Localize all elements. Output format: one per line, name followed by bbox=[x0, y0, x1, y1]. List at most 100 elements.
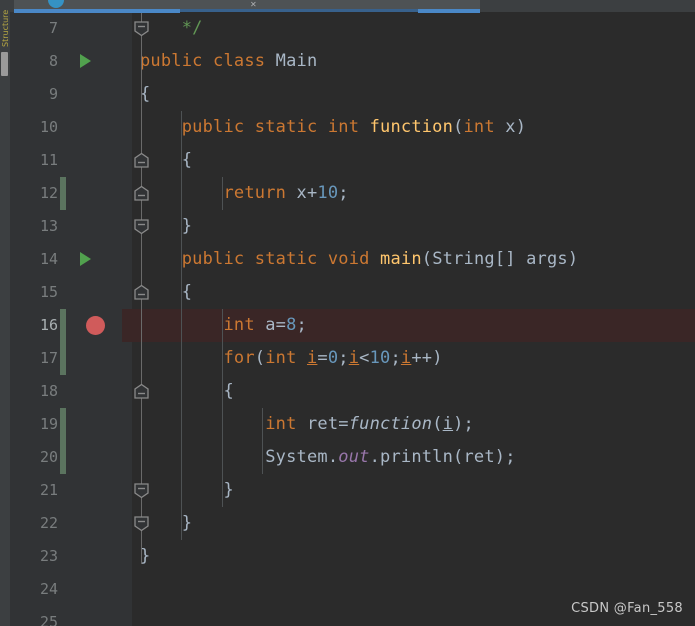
token-identifier: = bbox=[338, 414, 349, 434]
line-number: 15 bbox=[39, 283, 58, 301]
line-content[interactable]: public class Main bbox=[140, 45, 317, 78]
code-line-11[interactable]: 11 { bbox=[10, 144, 695, 177]
token-keyword: return bbox=[223, 183, 297, 203]
scrollbar-thumb[interactable] bbox=[1, 52, 8, 76]
code-line-15[interactable]: 15 { bbox=[10, 276, 695, 309]
code-fold-end-icon[interactable] bbox=[133, 218, 150, 235]
code-fold-end-icon[interactable] bbox=[133, 482, 150, 499]
code-fold-start-icon[interactable] bbox=[133, 152, 150, 169]
tab-underline-secondary bbox=[180, 9, 418, 12]
token-underlined: i bbox=[400, 348, 412, 368]
token-brace: } bbox=[181, 216, 193, 236]
vcs-change-marker[interactable] bbox=[60, 441, 66, 474]
token-identifier: ) bbox=[515, 117, 527, 137]
line-number: 10 bbox=[39, 118, 58, 136]
line-gutter-background bbox=[122, 375, 132, 408]
code-line-14[interactable]: 14 public static void main(String[] args… bbox=[10, 243, 695, 276]
line-content[interactable]: int a=8; bbox=[140, 309, 307, 342]
code-fold-start-icon[interactable] bbox=[133, 284, 150, 301]
close-icon[interactable]: ✕ bbox=[250, 1, 258, 9]
token-identifier: < bbox=[359, 348, 370, 368]
line-content[interactable]: System.out.println(ret); bbox=[140, 441, 516, 474]
code-line-17[interactable]: 17 for(int i=0;i<10;i++) bbox=[10, 342, 695, 375]
token-identifier: ; bbox=[296, 315, 307, 335]
line-content[interactable]: { bbox=[140, 375, 234, 408]
line-gutter-background bbox=[122, 408, 132, 441]
line-background bbox=[132, 78, 695, 111]
token-identifier: ( bbox=[453, 117, 464, 137]
line-content[interactable]: int ret=function(i); bbox=[140, 408, 474, 441]
vcs-change-marker[interactable] bbox=[60, 408, 66, 441]
line-content[interactable]: return x+10; bbox=[140, 177, 349, 210]
line-number: 17 bbox=[39, 349, 58, 367]
vcs-change-marker[interactable] bbox=[60, 177, 66, 210]
code-line-16[interactable]: 16 int a=8; bbox=[10, 309, 695, 342]
line-gutter-background bbox=[122, 540, 132, 573]
token-keyword: public class bbox=[140, 51, 276, 71]
line-gutter-background bbox=[122, 606, 132, 626]
token-keyword: int bbox=[223, 315, 266, 335]
tool-window-label[interactable]: Structure bbox=[1, 0, 10, 47]
code-line-18[interactable]: 18 { bbox=[10, 375, 695, 408]
vcs-change-marker[interactable] bbox=[60, 309, 66, 342]
left-tool-strip[interactable]: Structure bbox=[0, 0, 10, 626]
code-line-9[interactable]: 9{ bbox=[10, 78, 695, 111]
line-gutter-background bbox=[122, 276, 132, 309]
indent-guide bbox=[262, 408, 264, 474]
run-arrow-icon[interactable] bbox=[80, 252, 91, 266]
line-gutter-background bbox=[122, 243, 132, 276]
breakpoint-icon[interactable] bbox=[86, 316, 105, 335]
indent-guide bbox=[221, 177, 223, 210]
code-line-12[interactable]: 12 return x+10; bbox=[10, 177, 695, 210]
token-brace: { bbox=[181, 282, 193, 302]
code-line-13[interactable]: 13 } bbox=[10, 210, 695, 243]
token-keyword: int bbox=[463, 117, 506, 137]
line-number: 14 bbox=[39, 250, 58, 268]
code-line-7[interactable]: 7 */ bbox=[10, 12, 695, 45]
vcs-change-marker[interactable] bbox=[60, 342, 66, 375]
token-static-field: out bbox=[338, 447, 370, 467]
code-fold-end-icon[interactable] bbox=[133, 20, 150, 37]
code-line-8[interactable]: 8 public class Main bbox=[10, 45, 695, 78]
line-gutter-background bbox=[122, 177, 132, 210]
token-identifier: ( bbox=[432, 414, 443, 434]
line-content[interactable]: for(int i=0;i<10;i++) bbox=[140, 342, 443, 375]
watermark: CSDN @Fan_558 bbox=[571, 601, 683, 616]
line-gutter-background bbox=[122, 507, 132, 540]
code-line-20[interactable]: 20 System.out.println(ret); bbox=[10, 441, 695, 474]
line-number: 24 bbox=[39, 580, 58, 598]
code-fold-start-icon[interactable] bbox=[133, 383, 150, 400]
tab-underline-active bbox=[14, 9, 180, 13]
token-identifier: ; bbox=[390, 348, 401, 368]
line-background bbox=[132, 276, 695, 309]
code-line-21[interactable]: 21 } bbox=[10, 474, 695, 507]
line-content[interactable]: public static int function(int x) bbox=[140, 111, 526, 144]
code-line-19[interactable]: 19 int ret=function(i); bbox=[10, 408, 695, 441]
line-gutter-background bbox=[122, 144, 132, 177]
code-line-10[interactable]: 10 public static int function(int x) bbox=[10, 111, 695, 144]
code-line-23[interactable]: 23} bbox=[10, 540, 695, 573]
token-brace: } bbox=[181, 513, 193, 533]
code-fold-end-icon[interactable] bbox=[133, 515, 150, 532]
tab-underline-active-right bbox=[418, 9, 480, 13]
token-identifier: ++) bbox=[411, 348, 443, 368]
code-line-22[interactable]: 22 } bbox=[10, 507, 695, 540]
line-number: 9 bbox=[48, 85, 58, 103]
code-editor[interactable]: 7 */8 public class Main 9{10 public static… bbox=[10, 12, 695, 626]
line-number: 21 bbox=[39, 481, 58, 499]
line-number: 25 bbox=[39, 613, 58, 626]
token-declaration: main bbox=[380, 249, 422, 269]
line-number: 22 bbox=[39, 514, 58, 532]
run-arrow-icon[interactable] bbox=[80, 54, 91, 68]
line-background bbox=[132, 12, 695, 45]
line-background bbox=[132, 144, 695, 177]
line-content[interactable]: } bbox=[140, 474, 234, 507]
line-content[interactable]: public static void main(String[] args) bbox=[140, 243, 578, 276]
indent-guide bbox=[221, 309, 223, 507]
token-identifier: System bbox=[265, 447, 328, 467]
token-underlined: i bbox=[348, 348, 360, 368]
code-fold-start-icon[interactable] bbox=[133, 185, 150, 202]
token-identifier: = bbox=[317, 348, 328, 368]
line-gutter-background bbox=[122, 441, 132, 474]
